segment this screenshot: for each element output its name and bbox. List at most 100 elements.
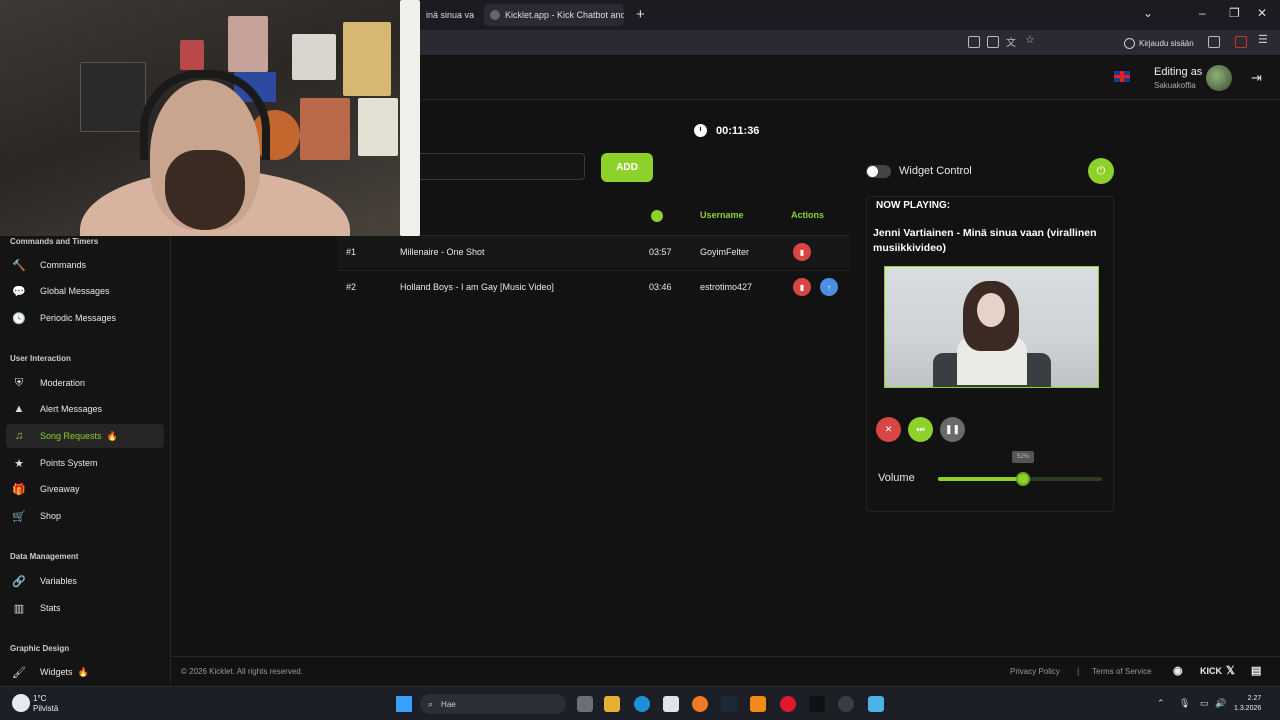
- move-up-button[interactable]: ↑: [820, 278, 838, 296]
- delete-song-button[interactable]: ▮: [793, 243, 811, 261]
- sign-in-button[interactable]: Kirjaudu sisään: [1124, 35, 1194, 51]
- screenshot-icon[interactable]: [968, 36, 980, 48]
- edge-icon[interactable]: [634, 696, 650, 712]
- editing-username: Sakuakoffia: [1154, 81, 1196, 90]
- volume-label: Volume: [878, 472, 915, 484]
- song-request-input[interactable]: [420, 153, 585, 180]
- sidebar-item-song-requests[interactable]: ♫ Song Requests 🔥: [6, 424, 164, 448]
- menu-icon[interactable]: ☰: [1258, 33, 1270, 46]
- document-icon[interactable]: ▤: [1251, 664, 1261, 677]
- bookmark-star-icon[interactable]: ☆: [1025, 33, 1037, 46]
- extension-badge-icon[interactable]: [1235, 36, 1247, 48]
- volume-slider-fill: [938, 477, 1024, 481]
- power-button[interactable]: ⏻: [1088, 158, 1114, 184]
- warning-icon: ▲: [13, 403, 25, 415]
- section-title-commands-timers: Commands and Timers: [10, 237, 99, 246]
- sidebar-item-label: Giveaway: [40, 484, 80, 494]
- privacy-policy-link[interactable]: Privacy Policy: [1010, 667, 1060, 676]
- column-header-username: Username: [700, 210, 744, 220]
- windows-start-icon[interactable]: [396, 696, 412, 712]
- tab-list-chevron-icon[interactable]: ⌄: [1143, 6, 1153, 20]
- sidebar-item-label: Shop: [40, 511, 62, 521]
- volume-slider[interactable]: [938, 472, 1102, 486]
- terms-of-service-link[interactable]: Terms of Service: [1092, 667, 1152, 676]
- window-close-icon[interactable]: ✕: [1257, 6, 1267, 20]
- sidebar-item-shop[interactable]: 🛒 Shop: [6, 504, 164, 528]
- sidebar-item-alert-messages[interactable]: ▲ Alert Messages: [6, 397, 164, 421]
- browser-tab-label: Kicklet.app - Kick Chatbot and C: [505, 10, 624, 20]
- volume-tray-icon[interactable]: 🔊: [1215, 698, 1226, 709]
- kick-link[interactable]: KICK: [1200, 666, 1222, 676]
- browser-tab[interactable]: inä sinua va ✕: [420, 4, 478, 26]
- sign-in-label: Kirjaudu sisään: [1139, 38, 1194, 48]
- uk-flag-icon[interactable]: [1114, 71, 1130, 82]
- sidebar-item-widgets[interactable]: 🖌 Widgets 🔥: [6, 660, 164, 684]
- widget-control-toggle[interactable]: [866, 165, 891, 178]
- clock-time: 2.27: [1247, 695, 1262, 702]
- requester-username: estrotimo427: [700, 282, 753, 292]
- steam-icon[interactable]: [721, 696, 737, 712]
- clock-icon: [694, 124, 707, 137]
- logout-icon[interactable]: ⇥: [1251, 70, 1265, 85]
- timer-value: 00:11:36: [716, 124, 760, 137]
- file-explorer-icon[interactable]: [604, 696, 620, 712]
- sidebar-item-label: Stats: [40, 603, 61, 613]
- opera-icon[interactable]: [780, 696, 796, 712]
- reader-view-icon[interactable]: [987, 36, 999, 48]
- browser-tab-active[interactable]: Kicklet.app - Kick Chatbot and C ✕: [484, 4, 624, 26]
- editing-as: Editing as Sakuakoffia: [1154, 66, 1202, 90]
- system-clock[interactable]: 2.27 1.3.2026: [1234, 694, 1261, 714]
- avatar[interactable]: [1206, 65, 1232, 91]
- song-title: Holland Boys - I am Gay [Music Video]: [400, 282, 554, 292]
- taskbar: 1°C Pilvistä ⌕ Hae ⌃ 🎙 ▭ 🔊 2.27 1.3.2026: [0, 686, 1280, 720]
- task-view-icon[interactable]: [577, 696, 593, 712]
- restore-icon[interactable]: ❐: [1229, 6, 1240, 20]
- section-title-graphic-design: Graphic Design: [10, 644, 70, 653]
- network-icon[interactable]: ▭: [1200, 698, 1209, 709]
- sidebar-item-stats[interactable]: ▥ Stats: [6, 596, 164, 620]
- delete-song-button[interactable]: ▮: [793, 278, 811, 296]
- power-icon: ⏻: [1096, 164, 1106, 177]
- skip-button[interactable]: ⏭: [908, 417, 933, 442]
- widget-control-label: Widget Control: [899, 165, 972, 177]
- extensions-icon[interactable]: [1208, 36, 1220, 48]
- now-playing-title: Jenni Vartiainen - Minä sinua vaan (vira…: [873, 227, 1097, 254]
- microphone-icon[interactable]: 🎙: [1179, 698, 1190, 709]
- sidebar-item-label: Commands: [40, 260, 87, 270]
- sidebar-item-commands[interactable]: 🔨 Commands: [6, 253, 164, 277]
- sidebar-item-global-messages[interactable]: 💬 Global Messages: [6, 279, 164, 303]
- sidebar-item-variables[interactable]: 🔗 Variables: [6, 569, 164, 593]
- vlc-icon[interactable]: [750, 696, 766, 712]
- firefox-icon[interactable]: [692, 696, 708, 712]
- link-icon: 🔗: [12, 575, 26, 588]
- taskbar-search[interactable]: ⌕ Hae: [420, 694, 566, 714]
- section-title-data-management: Data Management: [10, 552, 79, 561]
- tray-chevron-icon[interactable]: ⌃: [1157, 698, 1165, 709]
- translate-icon[interactable]: 文: [1006, 34, 1018, 49]
- weather-widget[interactable]: 1°C Pilvistä: [33, 694, 58, 714]
- sidebar-item-periodic-messages[interactable]: 🕓 Periodic Messages: [6, 306, 164, 330]
- now-playing-label: NOW PLAYING:: [876, 200, 951, 211]
- terminal-icon[interactable]: [809, 696, 825, 712]
- trash-icon: ▮: [799, 282, 805, 292]
- cloud-icon[interactable]: [12, 694, 30, 712]
- sidebar-item-points-system[interactable]: ★ Points System: [6, 451, 164, 475]
- new-tab-icon[interactable]: +: [636, 6, 645, 23]
- store-icon[interactable]: [663, 696, 679, 712]
- search-icon: ⌕: [428, 698, 434, 709]
- stop-button[interactable]: ✕: [876, 417, 901, 442]
- song-duration: 03:57: [649, 247, 672, 257]
- add-song-button[interactable]: ADD: [601, 153, 653, 182]
- sidebar-item-giveaway[interactable]: 🎁 Giveaway: [6, 477, 164, 501]
- weather-condition: Pilvistä: [33, 704, 59, 713]
- shield-icon: ⛨: [14, 376, 24, 389]
- sidebar-item-label: Song Requests: [40, 431, 102, 441]
- minimize-icon[interactable]: –: [1199, 6, 1206, 20]
- video-player[interactable]: [884, 266, 1099, 388]
- pause-button[interactable]: ❚❚: [940, 417, 965, 442]
- x-twitter-icon[interactable]: 𝕏: [1226, 664, 1235, 677]
- settings-gear-icon[interactable]: [838, 696, 854, 712]
- sidebar-item-moderation[interactable]: ⛨ Moderation: [6, 371, 164, 395]
- discord-icon[interactable]: ◉: [1173, 664, 1183, 677]
- notepad-icon[interactable]: [868, 696, 884, 712]
